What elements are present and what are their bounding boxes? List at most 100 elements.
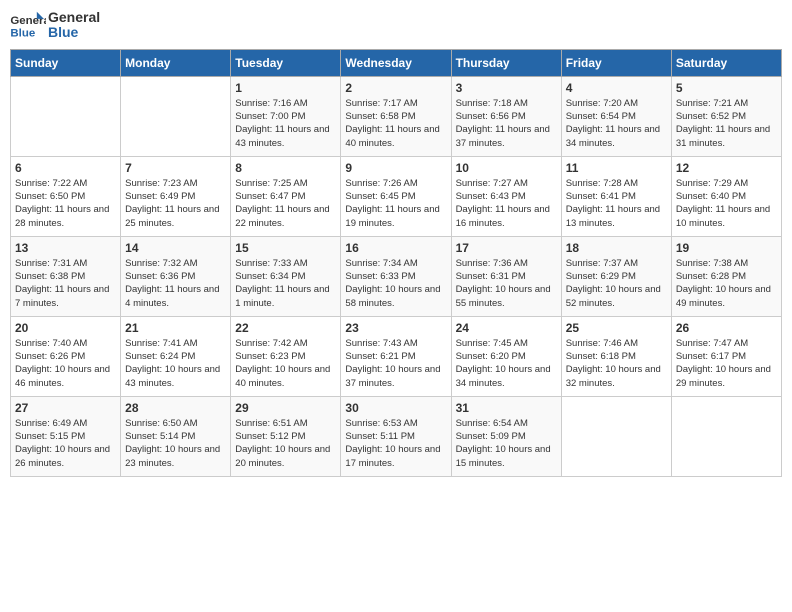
day-info: Sunrise: 7:16 AM Sunset: 7:00 PM Dayligh…: [235, 97, 336, 150]
calendar-cell: 8Sunrise: 7:25 AM Sunset: 6:47 PM Daylig…: [231, 156, 341, 236]
day-info: Sunrise: 7:26 AM Sunset: 6:45 PM Dayligh…: [345, 177, 446, 230]
calendar-cell: 29 Sunrise: 6:51 AM Sunset: 5:12 PM Dayli…: [231, 396, 341, 476]
day-number: 16: [345, 241, 446, 255]
day-number: 13: [15, 241, 116, 255]
calendar-cell: 25 Sunrise: 7:46 AM Sunset: 6:18 PM Dayli…: [561, 316, 671, 396]
day-info: Sunrise: 7:31 AM Sunset: 6:38 PM Dayligh…: [15, 257, 116, 310]
day-info: Sunrise: 7:37 AM Sunset: 6:29 PM Dayligh…: [566, 257, 667, 310]
day-info: Sunrise: 6:50 AM Sunset: 5:14 PM Dayligh…: [125, 417, 226, 470]
day-number: 23: [345, 321, 446, 335]
day-number: 24: [456, 321, 557, 335]
calendar-cell: 17 Sunrise: 7:36 AM Sunset: 6:31 PM Dayli…: [451, 236, 561, 316]
header-row: SundayMondayTuesdayWednesdayThursdayFrid…: [11, 49, 782, 76]
day-info: Sunrise: 7:23 AM Sunset: 6:49 PM Dayligh…: [125, 177, 226, 230]
calendar-cell: 22 Sunrise: 7:42 AM Sunset: 6:23 PM Dayli…: [231, 316, 341, 396]
calendar-cell: 6 Sunrise: 7:22 AM Sunset: 6:50 PM Daylig…: [11, 156, 121, 236]
day-number: 20: [15, 321, 116, 335]
day-info: Sunrise: 7:40 AM Sunset: 6:26 PM Dayligh…: [15, 337, 116, 390]
day-info: Sunrise: 6:49 AM Sunset: 5:15 PM Dayligh…: [15, 417, 116, 470]
day-number: 29: [235, 401, 336, 415]
calendar-cell: 21Sunrise: 7:41 AM Sunset: 6:24 PM Dayli…: [121, 316, 231, 396]
day-number: 7: [125, 161, 226, 175]
day-number: 21: [125, 321, 226, 335]
day-info: Sunrise: 7:47 AM Sunset: 6:17 PM Dayligh…: [676, 337, 777, 390]
calendar-cell: [671, 396, 781, 476]
day-number: 22: [235, 321, 336, 335]
day-info: Sunrise: 7:38 AM Sunset: 6:28 PM Dayligh…: [676, 257, 777, 310]
calendar-cell: 4 Sunrise: 7:20 AM Sunset: 6:54 PM Daylig…: [561, 76, 671, 156]
day-info: Sunrise: 7:29 AM Sunset: 6:40 PM Dayligh…: [676, 177, 777, 230]
calendar-cell: 31Sunrise: 6:54 AM Sunset: 5:09 PM Dayli…: [451, 396, 561, 476]
day-info: Sunrise: 7:18 AM Sunset: 6:56 PM Dayligh…: [456, 97, 557, 150]
calendar-table: SundayMondayTuesdayWednesdayThursdayFrid…: [10, 49, 782, 477]
day-info: Sunrise: 7:45 AM Sunset: 6:20 PM Dayligh…: [456, 337, 557, 390]
day-info: Sunrise: 7:33 AM Sunset: 6:34 PM Dayligh…: [235, 257, 336, 310]
calendar-cell: 7 Sunrise: 7:23 AM Sunset: 6:49 PM Daylig…: [121, 156, 231, 236]
header-wednesday: Wednesday: [341, 49, 451, 76]
calendar-cell: 18 Sunrise: 7:37 AM Sunset: 6:29 PM Dayli…: [561, 236, 671, 316]
header-saturday: Saturday: [671, 49, 781, 76]
day-info: Sunrise: 7:22 AM Sunset: 6:50 PM Dayligh…: [15, 177, 116, 230]
calendar-header: SundayMondayTuesdayWednesdayThursdayFrid…: [11, 49, 782, 76]
day-info: Sunrise: 7:20 AM Sunset: 6:54 PM Dayligh…: [566, 97, 667, 150]
header-friday: Friday: [561, 49, 671, 76]
day-number: 6: [15, 161, 116, 175]
day-info: Sunrise: 7:34 AM Sunset: 6:33 PM Dayligh…: [345, 257, 446, 310]
week-row-2: 13 Sunrise: 7:31 AM Sunset: 6:38 PM Dayli…: [11, 236, 782, 316]
calendar-cell: [561, 396, 671, 476]
day-number: 5: [676, 81, 777, 95]
logo-icon: General Blue: [10, 10, 46, 40]
day-number: 18: [566, 241, 667, 255]
logo-text-general: General: [48, 10, 100, 25]
calendar-cell: 19 Sunrise: 7:38 AM Sunset: 6:28 PM Dayli…: [671, 236, 781, 316]
day-number: 8: [235, 161, 336, 175]
calendar-cell: 16 Sunrise: 7:34 AM Sunset: 6:33 PM Dayli…: [341, 236, 451, 316]
day-info: Sunrise: 7:17 AM Sunset: 6:58 PM Dayligh…: [345, 97, 446, 150]
week-row-1: 6 Sunrise: 7:22 AM Sunset: 6:50 PM Daylig…: [11, 156, 782, 236]
calendar-cell: 23 Sunrise: 7:43 AM Sunset: 6:21 PM Dayli…: [341, 316, 451, 396]
day-number: 2: [345, 81, 446, 95]
day-number: 14: [125, 241, 226, 255]
calendar-cell: 20 Sunrise: 7:40 AM Sunset: 6:26 PM Dayli…: [11, 316, 121, 396]
day-info: Sunrise: 7:42 AM Sunset: 6:23 PM Dayligh…: [235, 337, 336, 390]
day-info: Sunrise: 7:46 AM Sunset: 6:18 PM Dayligh…: [566, 337, 667, 390]
calendar-cell: 5Sunrise: 7:21 AM Sunset: 6:52 PM Daylig…: [671, 76, 781, 156]
day-number: 19: [676, 241, 777, 255]
calendar-cell: 11 Sunrise: 7:28 AM Sunset: 6:41 PM Dayli…: [561, 156, 671, 236]
day-number: 27: [15, 401, 116, 415]
day-info: Sunrise: 6:51 AM Sunset: 5:12 PM Dayligh…: [235, 417, 336, 470]
day-info: Sunrise: 7:43 AM Sunset: 6:21 PM Dayligh…: [345, 337, 446, 390]
day-number: 9: [345, 161, 446, 175]
day-info: Sunrise: 7:36 AM Sunset: 6:31 PM Dayligh…: [456, 257, 557, 310]
day-info: Sunrise: 6:54 AM Sunset: 5:09 PM Dayligh…: [456, 417, 557, 470]
week-row-4: 27 Sunrise: 6:49 AM Sunset: 5:15 PM Dayli…: [11, 396, 782, 476]
calendar-cell: 14 Sunrise: 7:32 AM Sunset: 6:36 PM Dayli…: [121, 236, 231, 316]
day-number: 30: [345, 401, 446, 415]
day-info: Sunrise: 7:32 AM Sunset: 6:36 PM Dayligh…: [125, 257, 226, 310]
calendar-cell: 30 Sunrise: 6:53 AM Sunset: 5:11 PM Dayli…: [341, 396, 451, 476]
day-number: 28: [125, 401, 226, 415]
calendar-cell: 1Sunrise: 7:16 AM Sunset: 7:00 PM Daylig…: [231, 76, 341, 156]
day-info: Sunrise: 6:53 AM Sunset: 5:11 PM Dayligh…: [345, 417, 446, 470]
calendar-cell: 24 Sunrise: 7:45 AM Sunset: 6:20 PM Dayli…: [451, 316, 561, 396]
page-header: General Blue General Blue: [10, 10, 782, 41]
calendar-body: 1Sunrise: 7:16 AM Sunset: 7:00 PM Daylig…: [11, 76, 782, 476]
day-number: 10: [456, 161, 557, 175]
calendar-cell: 27 Sunrise: 6:49 AM Sunset: 5:15 PM Dayli…: [11, 396, 121, 476]
day-number: 12: [676, 161, 777, 175]
calendar-cell: 28 Sunrise: 6:50 AM Sunset: 5:14 PM Dayli…: [121, 396, 231, 476]
day-number: 25: [566, 321, 667, 335]
day-info: Sunrise: 7:28 AM Sunset: 6:41 PM Dayligh…: [566, 177, 667, 230]
week-row-0: 1Sunrise: 7:16 AM Sunset: 7:00 PM Daylig…: [11, 76, 782, 156]
day-number: 17: [456, 241, 557, 255]
week-row-3: 20 Sunrise: 7:40 AM Sunset: 6:26 PM Dayli…: [11, 316, 782, 396]
day-number: 11: [566, 161, 667, 175]
calendar-cell: 2 Sunrise: 7:17 AM Sunset: 6:58 PM Daylig…: [341, 76, 451, 156]
svg-text:Blue: Blue: [10, 28, 35, 40]
day-number: 26: [676, 321, 777, 335]
calendar-cell: 13 Sunrise: 7:31 AM Sunset: 6:38 PM Dayli…: [11, 236, 121, 316]
day-number: 4: [566, 81, 667, 95]
logo-text-blue: Blue: [48, 25, 100, 40]
day-info: Sunrise: 7:27 AM Sunset: 6:43 PM Dayligh…: [456, 177, 557, 230]
day-number: 3: [456, 81, 557, 95]
